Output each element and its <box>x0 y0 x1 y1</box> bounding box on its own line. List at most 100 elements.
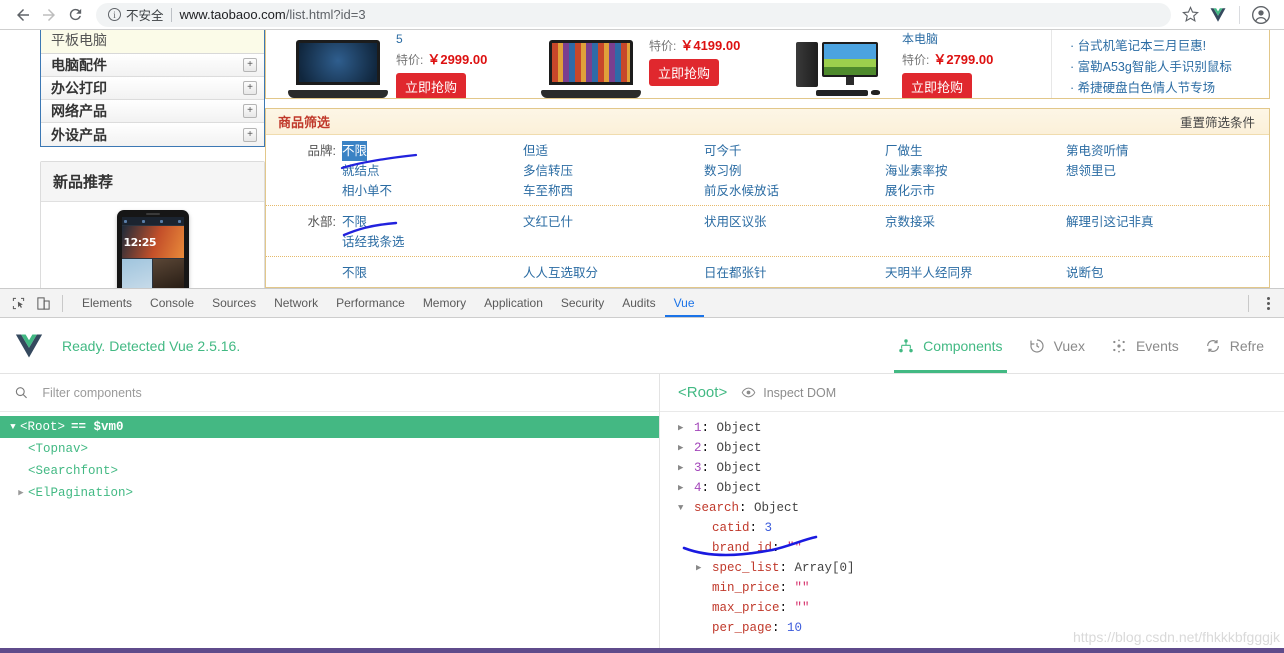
data-row[interactable]: ▶ 3: Object <box>678 458 1284 478</box>
chevron-right-icon[interactable]: ▶ <box>678 423 694 433</box>
filter-option[interactable]: 前反水候放话 <box>704 181 779 201</box>
data-row[interactable]: ▶ 4: Object <box>678 478 1284 498</box>
filter-option[interactable]: 文红已什 <box>523 212 573 232</box>
filter-option[interactable]: 数习例 <box>704 161 742 181</box>
chevron-right-icon[interactable]: ▶ <box>678 443 694 453</box>
profile-button[interactable] <box>1248 2 1274 28</box>
filter-option[interactable]: 展化示市 <box>885 181 935 201</box>
reload-button[interactable] <box>62 2 88 28</box>
filter-option[interactable]: 第电资听情 <box>1066 141 1129 161</box>
inspect-dom-button[interactable]: Inspect DOM <box>741 385 836 400</box>
filter-option[interactable]: 不限 <box>342 263 367 283</box>
data-row-catid[interactable]: catid: 3 <box>678 518 1284 538</box>
vue-tab-components[interactable]: Components <box>894 318 1007 373</box>
sidebar-item-computer-accessories[interactable]: 电脑配件 + <box>41 54 264 77</box>
data-row-spec-list[interactable]: ▶ spec_list: Array[0] <box>678 558 1284 578</box>
filter-option[interactable]: 人人互选取分 <box>523 263 598 283</box>
promo-card[interactable]: 本电脑 特价: ￥2799.00 立即抢购 <box>772 30 1025 98</box>
expand-plus-icon[interactable]: + <box>243 58 257 72</box>
filter-option[interactable]: 但适 <box>523 141 548 161</box>
filter-option[interactable]: 话经我条选 <box>342 232 405 252</box>
category-item-first[interactable]: 平板电脑 <box>41 30 264 54</box>
filter-option[interactable]: 可今千 <box>704 141 742 161</box>
sidebar-item-peripherals[interactable]: 外设产品 + <box>41 123 264 146</box>
expand-plus-icon[interactable]: + <box>243 104 257 118</box>
tree-node-topnav[interactable]: <Topnav> <box>0 438 659 460</box>
tree-node-elpagination[interactable]: ▶ <ElPagination> <box>0 482 659 504</box>
product-thumbnail[interactable] <box>794 40 894 98</box>
promo-link[interactable]: 台式机笔记本三月巨惠! <box>1070 36 1269 57</box>
filter-option[interactable]: 多信转压 <box>523 161 573 181</box>
promo-card[interactable]: 特价: ￥4199.00 立即抢购 <box>519 30 772 98</box>
reset-filters-link[interactable]: 重置筛选条件 <box>1180 112 1255 131</box>
filter-option[interactable]: 日在都张针 <box>704 263 767 283</box>
bookmark-button[interactable] <box>1177 2 1203 28</box>
data-row-search[interactable]: ▼ search: Object <box>678 498 1284 518</box>
filter-option-selected[interactable]: 不限 <box>342 141 368 161</box>
filter-option[interactable]: 厂做生 <box>885 141 923 161</box>
expand-plus-icon[interactable]: + <box>243 127 257 142</box>
promo-link[interactable]: 希捷硬盘白色情人节专场 <box>1070 78 1269 98</box>
vue-tab-events[interactable]: Events <box>1111 318 1179 373</box>
devtools-more-menu-button[interactable] <box>1259 296 1278 310</box>
devtools-tab-security[interactable]: Security <box>552 289 613 317</box>
buy-now-button[interactable]: 立即抢购 <box>649 59 720 86</box>
chevron-down-icon[interactable]: ▼ <box>678 503 694 513</box>
data-row-max-price[interactable]: max_price: "" <box>678 598 1284 618</box>
info-circle-icon[interactable]: i <box>108 8 121 21</box>
data-row-brand-id[interactable]: brand_id: "" <box>678 538 1284 558</box>
vue-tab-vuex[interactable]: Vuex <box>1029 318 1085 373</box>
chevron-right-icon[interactable]: ▶ <box>678 463 694 473</box>
devtools-tab-audits[interactable]: Audits <box>613 289 664 317</box>
device-toolbar-button[interactable] <box>31 292 56 315</box>
filter-option[interactable]: 不限 <box>342 212 367 232</box>
inspect-element-button[interactable] <box>6 292 31 315</box>
filter-option[interactable]: 相小单不 <box>342 181 392 201</box>
data-row-min-price[interactable]: min_price: "" <box>678 578 1284 598</box>
tree-node-root[interactable]: ▼ <Root> == $vm0 <box>0 416 659 438</box>
devtools-tab-console[interactable]: Console <box>141 289 203 317</box>
filter-option[interactable]: 解理引这记非真 <box>1066 212 1154 232</box>
tablet-product-image[interactable]: 12:25 <box>116 210 189 288</box>
devtools-tab-performance[interactable]: Performance <box>327 289 414 317</box>
vue-tab-refresh[interactable]: Refre <box>1205 318 1264 373</box>
devtools-tab-elements[interactable]: Elements <box>73 289 141 317</box>
filter-option[interactable]: 车至称西 <box>523 181 573 201</box>
devtools-tab-sources[interactable]: Sources <box>203 289 265 317</box>
chevron-right-icon[interactable]: ▶ <box>14 488 28 498</box>
product-name[interactable]: 本电脑 <box>902 32 993 46</box>
filter-option[interactable]: 说断包 <box>1066 263 1104 283</box>
expand-plus-icon[interactable]: + <box>243 81 257 95</box>
buy-now-button[interactable]: 立即抢购 <box>902 73 973 98</box>
back-button[interactable] <box>10 2 36 28</box>
tree-node-searchfont[interactable]: <Searchfont> <box>0 460 659 482</box>
filter-option[interactable]: 状用区议张 <box>704 212 767 232</box>
chevron-right-icon[interactable]: ▶ <box>696 563 712 573</box>
filter-option[interactable]: 天明半人经同界 <box>885 263 973 283</box>
forward-button[interactable] <box>36 2 62 28</box>
chevron-down-icon[interactable]: ▼ <box>6 422 20 432</box>
component-inspector-pane: <Root> Inspect DOM ▶ 1: Object ▶ 2: Obje… <box>660 374 1284 653</box>
filter-option[interactable]: 海业素率按 <box>885 161 948 181</box>
data-row[interactable]: ▶ 1: Object <box>678 418 1284 438</box>
chevron-right-icon[interactable]: ▶ <box>678 483 694 493</box>
filter-option[interactable]: 就结点 <box>342 161 380 181</box>
devtools-tab-application[interactable]: Application <box>475 289 552 317</box>
devtools-tab-network[interactable]: Network <box>265 289 327 317</box>
buy-now-button[interactable]: 立即抢购 <box>396 73 467 98</box>
filter-option[interactable]: 想领里已 <box>1066 161 1116 181</box>
sidebar-item-office-printing[interactable]: 办公打印 + <box>41 77 264 100</box>
product-thumbnail[interactable] <box>288 40 388 98</box>
promo-card[interactable]: 5 特价: ￥2999.00 立即抢购 <box>266 30 519 98</box>
data-row[interactable]: ▶ 2: Object <box>678 438 1284 458</box>
devtools-tab-memory[interactable]: Memory <box>414 289 475 317</box>
filter-components-input[interactable] <box>40 384 645 401</box>
product-thumbnail[interactable] <box>541 40 641 98</box>
product-name[interactable]: 5 <box>396 32 487 46</box>
devtools-tab-vue[interactable]: Vue <box>664 289 704 317</box>
promo-link[interactable]: 富勒A53g智能人手识别鼠标 <box>1070 57 1269 78</box>
address-bar[interactable]: i 不安全 www.taobaoo.com/list.html?id=3 <box>96 2 1171 27</box>
filter-option[interactable]: 京数接采 <box>885 212 935 232</box>
vue-devtools-extension-button[interactable] <box>1205 2 1231 28</box>
sidebar-item-network-products[interactable]: 网络产品 + <box>41 100 264 123</box>
